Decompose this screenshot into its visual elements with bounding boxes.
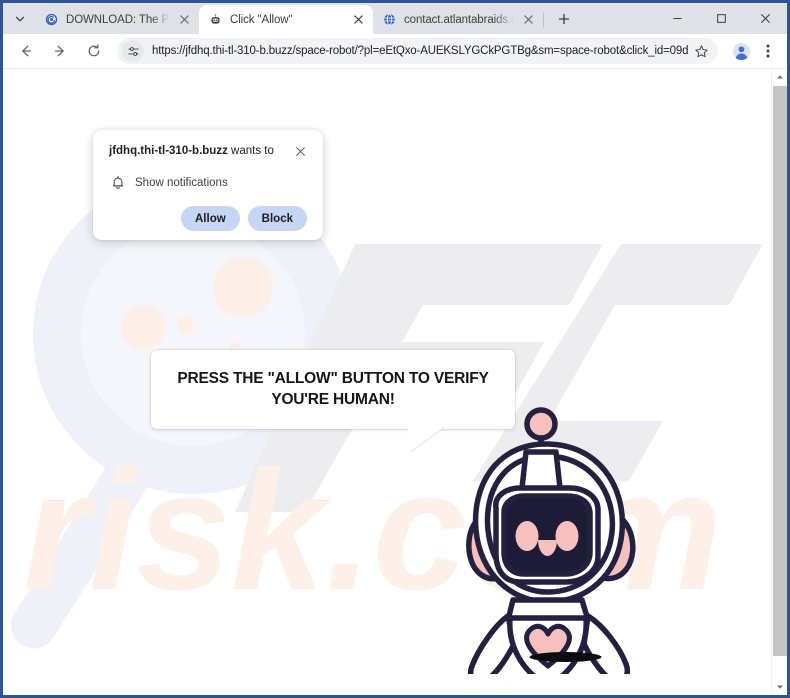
browser-tab-3-close-icon[interactable]: [520, 11, 537, 28]
browser-tab-3-title: contact.atlantabraids.com/73yj: [404, 13, 514, 26]
permission-row: Show notifications: [109, 174, 309, 191]
notification-permission-prompt: jfdhq.thi-tl-310-b.buzz wants to Show no…: [93, 130, 323, 240]
reload-icon[interactable]: [80, 37, 108, 65]
bell-icon: [109, 174, 126, 191]
address-bar[interactable]: https://jfdhq.thi-tl-310-b.buzz/space-ro…: [117, 38, 718, 64]
star-icon[interactable]: [689, 39, 713, 63]
tab-separator: [543, 12, 544, 28]
url-text[interactable]: https://jfdhq.thi-tl-310-b.buzz/space-ro…: [152, 45, 689, 57]
globe-spiral-icon: [44, 12, 59, 27]
browser-tab-2-close-icon[interactable]: [350, 11, 367, 28]
allow-button[interactable]: Allow: [181, 206, 240, 231]
forward-arrow-icon[interactable]: [46, 37, 74, 65]
block-button[interactable]: Block: [247, 206, 307, 231]
page-scrollbar[interactable]: [771, 69, 787, 695]
toolbar-right-actions: [722, 37, 781, 65]
mascot-shadow: [529, 652, 602, 662]
permission-buttons: Allow Block: [109, 206, 309, 231]
window-close-icon[interactable]: [743, 3, 787, 34]
minimize-icon[interactable]: [655, 3, 699, 34]
page-viewport: risk.com PRESS THE "ALLOW" BUTTON TO VER…: [3, 69, 787, 695]
scrollbar-thumb[interactable]: [773, 86, 787, 656]
maximize-icon[interactable]: [699, 3, 743, 34]
new-tab-button[interactable]: [551, 6, 577, 32]
profile-avatar-icon[interactable]: [727, 37, 755, 65]
permission-title-suffix: wants to: [227, 145, 274, 157]
tab-strip: DOWNLOAD: The Penguin S01 Click "Allo: [3, 3, 787, 34]
permission-row-label: Show notifications: [135, 176, 228, 189]
scroll-up-arrow-icon[interactable]: [772, 69, 787, 85]
speech-bubble-tail: [408, 427, 445, 453]
browser-tab-1-title: DOWNLOAD: The Penguin S01: [66, 13, 170, 26]
scroll-down-arrow-icon[interactable]: [772, 679, 787, 695]
browser-tab-3[interactable]: contact.atlantabraids.com/73yj: [373, 5, 543, 34]
speech-bubble-text: PRESS THE "ALLOW" BUTTON TO VERIFY YOU'R…: [177, 370, 489, 408]
tab-search-chevron-down-icon[interactable]: [7, 6, 33, 32]
permission-origin: jfdhq.thi-tl-310-b.buzz: [109, 145, 228, 157]
back-arrow-icon[interactable]: [12, 37, 40, 65]
globe-icon: [382, 12, 397, 27]
browser-tab-1[interactable]: DOWNLOAD: The Penguin S01: [35, 5, 199, 34]
browser-window: DOWNLOAD: The Penguin S01 Click "Allo: [0, 0, 790, 698]
three-dots-menu-icon[interactable]: [755, 37, 781, 65]
robot-icon: [208, 12, 223, 27]
browser-tab-2-title: Click "Allow": [230, 13, 293, 26]
speech-bubble: PRESS THE "ALLOW" BUTTON TO VERIFY YOU'R…: [151, 350, 515, 429]
permission-close-icon[interactable]: [292, 143, 309, 160]
window-controls: [655, 3, 787, 34]
permission-title: jfdhq.thi-tl-310-b.buzz wants to: [109, 143, 274, 158]
browser-toolbar: https://jfdhq.thi-tl-310-b.buzz/space-ro…: [3, 34, 787, 69]
browser-tab-2[interactable]: Click "Allow": [199, 5, 373, 34]
permission-header: jfdhq.thi-tl-310-b.buzz wants to: [109, 143, 309, 160]
browser-tab-1-close-icon[interactable]: [176, 11, 193, 28]
tune-sliders-icon[interactable]: [122, 40, 144, 62]
